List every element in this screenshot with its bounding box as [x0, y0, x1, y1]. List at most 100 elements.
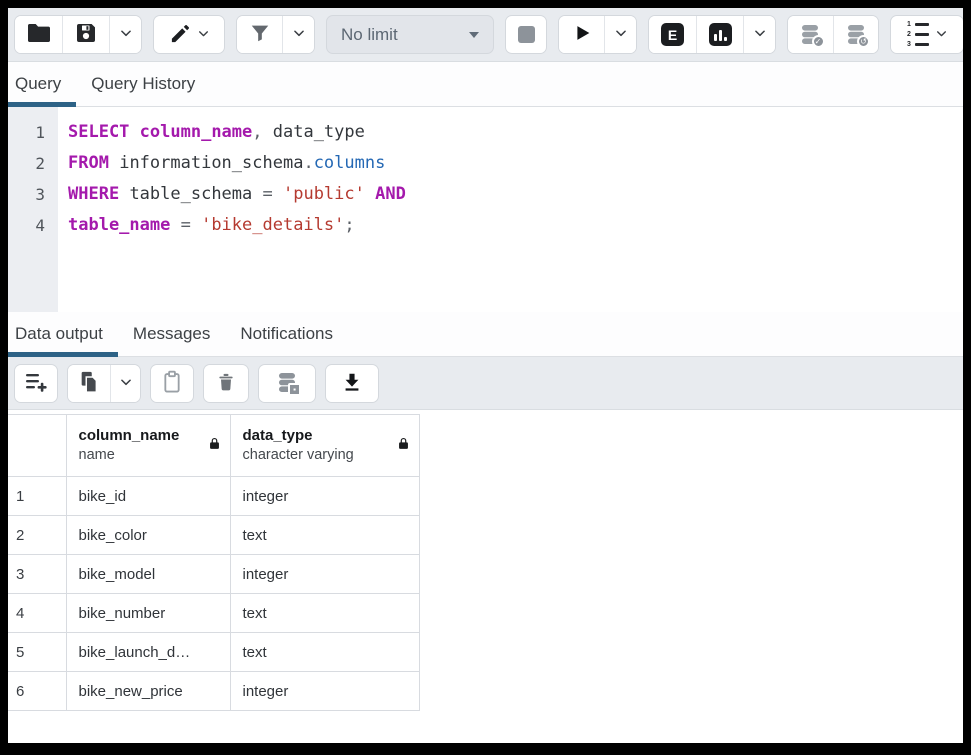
- row-number-cell[interactable]: 2: [8, 516, 66, 555]
- save-data-changes-button[interactable]: ▪: [259, 365, 315, 402]
- grid-cell[interactable]: bike_color: [66, 516, 230, 555]
- tab-query-label: Query: [15, 74, 61, 94]
- grid-cell[interactable]: bike_number: [66, 594, 230, 633]
- column-header-data-type[interactable]: data_type character varying: [230, 415, 419, 477]
- explain-dropdown-button[interactable]: [743, 16, 775, 53]
- add-row-icon: [24, 371, 48, 396]
- chevron-down-icon: [119, 375, 133, 392]
- table-row: 5 bike_launch_d… text: [8, 633, 419, 672]
- commit-icon: ✓: [799, 23, 823, 47]
- column-datatype: character varying: [243, 446, 354, 465]
- add-row-group: [14, 364, 58, 403]
- grid-cell[interactable]: integer: [230, 672, 419, 711]
- tab-query[interactable]: Query: [8, 62, 76, 106]
- row-number-cell[interactable]: 1: [8, 477, 66, 516]
- tab-notifications[interactable]: Notifications: [225, 312, 348, 356]
- download-icon: [341, 371, 363, 396]
- rollback-button[interactable]: ↺: [833, 16, 878, 53]
- grid-cell[interactable]: integer: [230, 555, 419, 594]
- row-number-cell[interactable]: 6: [8, 672, 66, 711]
- rollback-icon: ↺: [844, 23, 868, 47]
- lock-icon: [208, 436, 221, 456]
- pencil-icon: [169, 22, 192, 48]
- folder-icon: [26, 22, 52, 47]
- results-grid-area: column_name name data_type character var…: [8, 410, 963, 743]
- line-number: 2: [8, 148, 58, 179]
- row-limit-value: No limit: [341, 25, 398, 45]
- table-row: 6 bike_new_price integer: [8, 672, 419, 711]
- grid-cell[interactable]: text: [230, 594, 419, 633]
- add-row-button[interactable]: [15, 365, 57, 402]
- tab-messages-label: Messages: [133, 324, 210, 344]
- copy-button[interactable]: [68, 365, 110, 402]
- stop-button[interactable]: [506, 16, 546, 53]
- execute-dropdown-button[interactable]: [604, 16, 636, 53]
- delete-row-group: [203, 364, 249, 403]
- select-all-corner[interactable]: [8, 415, 66, 477]
- execute-button[interactable]: [559, 16, 604, 53]
- edit-button[interactable]: [154, 16, 224, 53]
- filter-button-group: [236, 15, 315, 54]
- save-button[interactable]: [62, 16, 109, 53]
- explain-analyze-button[interactable]: [696, 16, 743, 53]
- save-data-icon: ▪: [275, 371, 299, 395]
- sql-code-area[interactable]: SELECT column_name, data_type FROM infor…: [58, 107, 406, 312]
- line-number: 4: [8, 210, 58, 241]
- macros-button[interactable]: 1 2 3: [891, 16, 963, 53]
- query-tool-panel: No limit E: [8, 8, 963, 743]
- grid-cell[interactable]: bike_id: [66, 477, 230, 516]
- tab-messages[interactable]: Messages: [118, 312, 225, 356]
- delete-row-button[interactable]: [204, 365, 248, 402]
- save-dropdown-button[interactable]: [109, 16, 141, 53]
- file-button-group: [14, 15, 142, 54]
- download-csv-button[interactable]: [326, 365, 378, 402]
- table-row: 2 bike_color text: [8, 516, 419, 555]
- query-toolbar: No limit E: [8, 8, 963, 62]
- pgadmin-query-tool-window: No limit E: [0, 0, 971, 755]
- check-icon: ✓: [812, 35, 825, 48]
- explain-button[interactable]: E: [649, 16, 696, 53]
- filter-button[interactable]: [237, 16, 282, 53]
- commit-button[interactable]: ✓: [788, 16, 833, 53]
- row-number-cell[interactable]: 4: [8, 594, 66, 633]
- copy-group: [67, 364, 141, 403]
- lock-icon: [397, 436, 410, 456]
- output-tab-bar: Data output Messages Notifications: [8, 312, 963, 357]
- column-header-column-name[interactable]: column_name name: [66, 415, 230, 477]
- open-file-button[interactable]: [15, 16, 62, 53]
- trash-icon: [216, 371, 236, 396]
- editor-tab-bar: Query Query History: [8, 62, 963, 107]
- select-caret-icon: [469, 32, 479, 38]
- grid-header-row: column_name name data_type character var…: [8, 415, 419, 477]
- grid-cell[interactable]: text: [230, 516, 419, 555]
- clipboard-icon: [162, 370, 182, 397]
- sql-line: WHERE table_schema = 'public' AND: [68, 179, 406, 210]
- download-group: [325, 364, 379, 403]
- tab-query-history[interactable]: Query History: [76, 62, 210, 106]
- grid-cell[interactable]: bike_model: [66, 555, 230, 594]
- table-row: 3 bike_model integer: [8, 555, 419, 594]
- grid-cell[interactable]: bike_new_price: [66, 672, 230, 711]
- line-number: 3: [8, 179, 58, 210]
- chevron-down-icon: [614, 26, 628, 43]
- grid-cell[interactable]: text: [230, 633, 419, 672]
- macros-button-group: 1 2 3: [890, 15, 963, 54]
- row-number-cell[interactable]: 3: [8, 555, 66, 594]
- grid-cell[interactable]: integer: [230, 477, 419, 516]
- tab-query-history-label: Query History: [91, 74, 195, 94]
- row-number-cell[interactable]: 5: [8, 633, 66, 672]
- tab-notifications-label: Notifications: [240, 324, 333, 344]
- chevron-down-icon: [935, 27, 948, 43]
- paste-button[interactable]: [151, 365, 193, 402]
- stop-icon: [518, 26, 535, 43]
- copy-dropdown-button[interactable]: [110, 365, 140, 402]
- sql-editor: 1 2 3 4 SELECT column_name, data_type FR…: [8, 107, 963, 312]
- tab-data-output[interactable]: Data output: [8, 312, 118, 356]
- grid-cell[interactable]: bike_launch_d…: [66, 633, 230, 672]
- filter-dropdown-button[interactable]: [282, 16, 314, 53]
- paste-group: [150, 364, 194, 403]
- chevron-down-icon: [292, 26, 306, 43]
- row-limit-select[interactable]: No limit: [326, 15, 494, 54]
- sql-line: table_name = 'bike_details';: [68, 210, 406, 241]
- table-row: 1 bike_id integer: [8, 477, 419, 516]
